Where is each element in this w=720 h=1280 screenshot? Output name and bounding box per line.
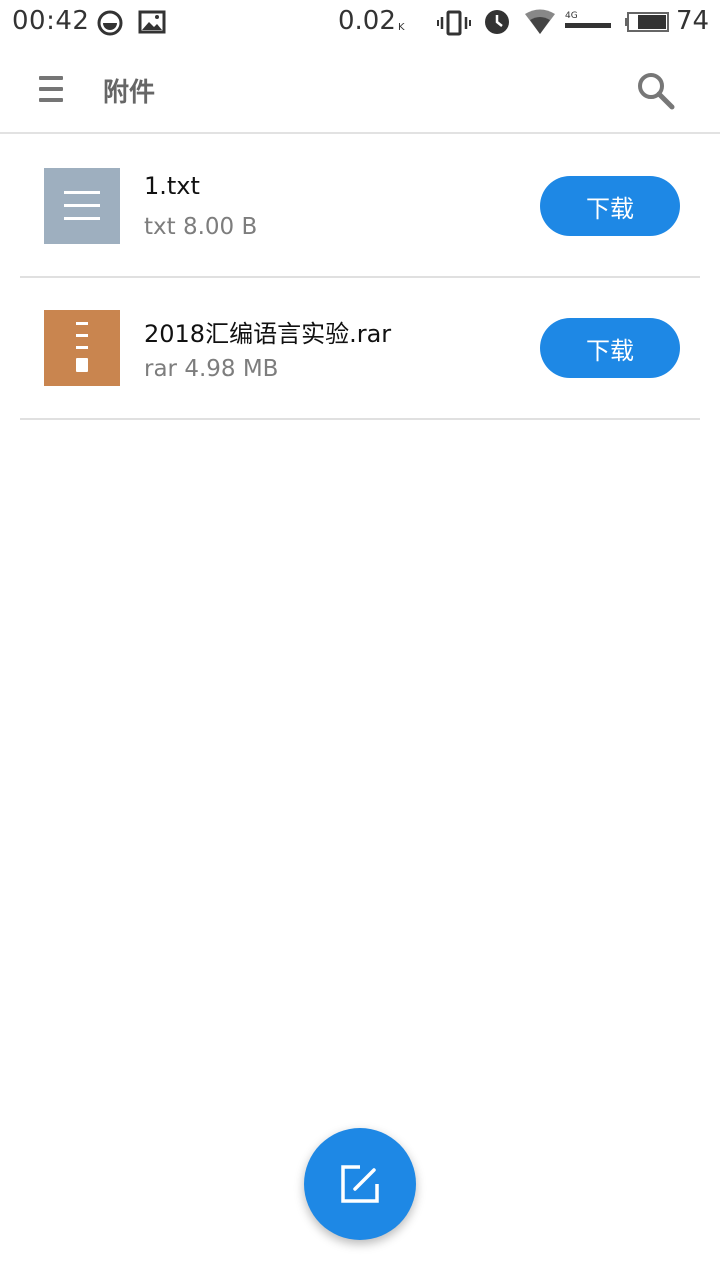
menu-button[interactable] [26,66,76,116]
network-speed-unit: K [398,22,405,33]
file-meta: txt 8.00 B [144,214,258,240]
search-button[interactable] [628,64,682,118]
battery-icon [625,12,669,32]
attachment-list: 1.txt txt 8.00 B 下载 2018汇编语言实验.rar rar 4… [0,136,720,420]
list-item[interactable]: 1.txt txt 8.00 B 下载 [20,136,700,278]
app-bar: 附件 [0,46,720,134]
compose-icon [341,1165,379,1203]
file-meta: rar 4.98 MB [144,356,279,382]
download-button[interactable]: 下载 [540,176,680,236]
download-button[interactable]: 下载 [540,318,680,378]
cellular-signal-icon: 4G [565,11,611,28]
wifi-icon [525,9,555,34]
compose-button[interactable] [304,1128,416,1240]
svg-text:4G: 4G [565,11,578,21]
archive-file-icon [44,310,120,386]
battery-percentage: 74 [676,6,710,36]
file-name: 1.txt [144,172,200,200]
hamburger-menu-icon [39,76,63,80]
status-time: 00:42 [12,6,90,36]
search-icon [638,73,675,110]
messenger-icon [97,10,123,36]
network-speed: 0.02 [338,6,396,36]
page-title: 附件 [103,78,156,108]
status-bar: 00:42 0.02 K 4G 74 [0,0,720,46]
vibrate-icon [437,10,471,36]
alarm-icon [485,10,509,34]
text-file-icon [44,168,120,244]
file-name: 2018汇编语言实验.rar [144,320,392,348]
list-item[interactable]: 2018汇编语言实验.rar rar 4.98 MB 下载 [20,278,700,420]
image-icon [138,10,166,34]
